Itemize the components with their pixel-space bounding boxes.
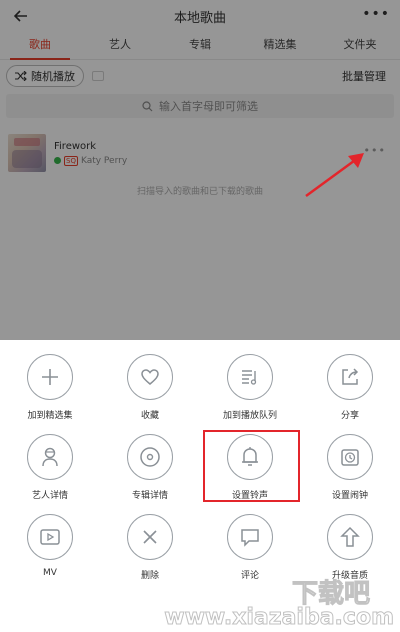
action-label: 专辑详情 bbox=[131, 491, 168, 501]
close-icon bbox=[127, 514, 173, 560]
action-label: 删除 bbox=[140, 571, 159, 581]
comment-icon bbox=[227, 514, 273, 560]
share-icon bbox=[327, 354, 373, 400]
action-delete[interactable]: 删除 bbox=[100, 508, 200, 588]
action-label: 评论 bbox=[240, 571, 259, 581]
action-set-alarm[interactable]: 设置闹钟 bbox=[300, 428, 400, 508]
action-label: 加到精选集 bbox=[27, 411, 73, 421]
action-label: 收藏 bbox=[140, 411, 159, 421]
artist-icon bbox=[27, 434, 73, 480]
action-favorite[interactable]: 收藏 bbox=[100, 348, 200, 428]
action-label: 分享 bbox=[340, 411, 359, 421]
action-upgrade-quality[interactable]: 升级音质 bbox=[300, 508, 400, 588]
alarm-icon bbox=[327, 434, 373, 480]
action-label: 艺人详情 bbox=[31, 491, 68, 501]
action-album-detail[interactable]: 专辑详情 bbox=[100, 428, 200, 508]
action-grid: 加到精选集 收藏 加到播放队列 分享 艺人详情 专辑详情 设置铃声 设置闹钟 M… bbox=[0, 340, 400, 588]
album-icon bbox=[127, 434, 173, 480]
plus-icon bbox=[27, 354, 73, 400]
annotation-highlight-box bbox=[203, 430, 300, 502]
mv-icon bbox=[27, 514, 73, 560]
action-label: 加到播放队列 bbox=[222, 411, 277, 421]
upgrade-icon bbox=[327, 514, 373, 560]
queue-icon bbox=[227, 354, 273, 400]
action-mv[interactable]: MV bbox=[0, 508, 100, 588]
action-add-to-collection[interactable]: 加到精选集 bbox=[0, 348, 100, 428]
action-comment[interactable]: 评论 bbox=[200, 508, 300, 588]
action-add-to-queue[interactable]: 加到播放队列 bbox=[200, 348, 300, 428]
action-label: 升级音质 bbox=[331, 571, 368, 581]
action-label: 设置闹钟 bbox=[331, 491, 368, 501]
heart-icon bbox=[127, 354, 173, 400]
action-artist-detail[interactable]: 艺人详情 bbox=[0, 428, 100, 508]
song-action-sheet: 加到精选集 收藏 加到播放队列 分享 艺人详情 专辑详情 设置铃声 设置闹钟 M… bbox=[0, 340, 400, 632]
action-share[interactable]: 分享 bbox=[300, 348, 400, 428]
annotation-arrow-icon bbox=[305, 153, 364, 198]
action-label: MV bbox=[43, 568, 57, 578]
